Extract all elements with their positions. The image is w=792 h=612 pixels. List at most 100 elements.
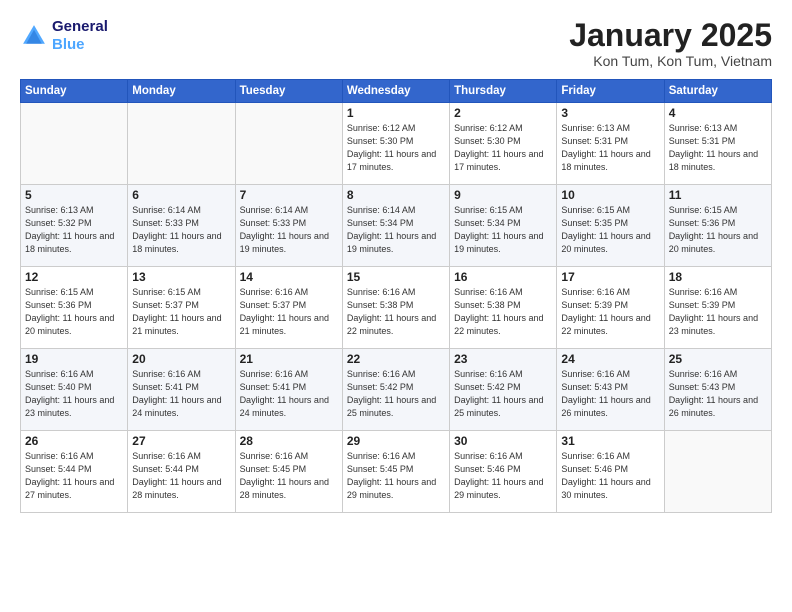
- day-number: 15: [347, 270, 445, 284]
- day-info: Sunrise: 6:16 AMSunset: 5:42 PMDaylight:…: [454, 368, 552, 420]
- day-number: 21: [240, 352, 338, 366]
- day-number: 4: [669, 106, 767, 120]
- day-info: Sunrise: 6:16 AMSunset: 5:37 PMDaylight:…: [240, 286, 338, 338]
- day-number: 3: [561, 106, 659, 120]
- day-info: Sunrise: 6:14 AMSunset: 5:33 PMDaylight:…: [132, 204, 230, 256]
- calendar-day-cell: 30Sunrise: 6:16 AMSunset: 5:46 PMDayligh…: [450, 431, 557, 513]
- calendar-day-cell: 6 Sunrise: 6:14 AMSunset: 5:33 PMDaylight…: [128, 185, 235, 267]
- day-number: 25: [669, 352, 767, 366]
- calendar-week-row: 5 Sunrise: 6:13 AMSunset: 5:32 PMDaylight…: [21, 185, 772, 267]
- day-info: Sunrise: 6:12 AMSunset: 5:30 PMDaylight:…: [347, 122, 445, 174]
- day-info: Sunrise: 6:16 AMSunset: 5:41 PMDaylight:…: [132, 368, 230, 420]
- day-number: 23: [454, 352, 552, 366]
- day-number: 6: [132, 188, 230, 202]
- calendar-day-cell: 13Sunrise: 6:15 AMSunset: 5:37 PMDayligh…: [128, 267, 235, 349]
- day-number: 2: [454, 106, 552, 120]
- calendar-day-cell: [664, 431, 771, 513]
- calendar-day-cell: 3 Sunrise: 6:13 AMSunset: 5:31 PMDaylight…: [557, 103, 664, 185]
- calendar-day-cell: 9 Sunrise: 6:15 AMSunset: 5:34 PMDaylight…: [450, 185, 557, 267]
- day-info: Sunrise: 6:16 AMSunset: 5:45 PMDaylight:…: [240, 450, 338, 502]
- day-number: 11: [669, 188, 767, 202]
- calendar-day-cell: 23 Sunrise: 6:16 AMSunset: 5:42 PMDayligh…: [450, 349, 557, 431]
- day-info: Sunrise: 6:16 AMSunset: 5:46 PMDaylight:…: [561, 450, 659, 502]
- day-info: Sunrise: 6:16 AMSunset: 5:39 PMDaylight:…: [669, 286, 767, 338]
- day-number: 10: [561, 188, 659, 202]
- calendar-week-row: 12Sunrise: 6:15 AMSunset: 5:36 PMDayligh…: [21, 267, 772, 349]
- day-of-week-header: Monday: [128, 80, 235, 103]
- day-info: Sunrise: 6:16 AMSunset: 5:45 PMDaylight:…: [347, 450, 445, 502]
- logo: General Blue: [20, 18, 108, 54]
- calendar-day-cell: 15Sunrise: 6:16 AMSunset: 5:38 PMDayligh…: [342, 267, 449, 349]
- day-info: Sunrise: 6:15 AMSunset: 5:36 PMDaylight:…: [669, 204, 767, 256]
- calendar-day-cell: 1 Sunrise: 6:12 AMSunset: 5:30 PMDaylight…: [342, 103, 449, 185]
- day-number: 31: [561, 434, 659, 448]
- calendar-day-cell: 19Sunrise: 6:16 AMSunset: 5:40 PMDayligh…: [21, 349, 128, 431]
- day-info: Sunrise: 6:15 AMSunset: 5:35 PMDaylight:…: [561, 204, 659, 256]
- calendar-day-cell: 27 Sunrise: 6:16 AMSunset: 5:44 PMDayligh…: [128, 431, 235, 513]
- day-info: Sunrise: 6:16 AMSunset: 5:43 PMDaylight:…: [669, 368, 767, 420]
- calendar-week-row: 19Sunrise: 6:16 AMSunset: 5:40 PMDayligh…: [21, 349, 772, 431]
- calendar-day-cell: 24 Sunrise: 6:16 AMSunset: 5:43 PMDayligh…: [557, 349, 664, 431]
- calendar-day-cell: 12Sunrise: 6:15 AMSunset: 5:36 PMDayligh…: [21, 267, 128, 349]
- day-number: 7: [240, 188, 338, 202]
- day-info: Sunrise: 6:16 AMSunset: 5:39 PMDaylight:…: [561, 286, 659, 338]
- calendar-week-row: 1 Sunrise: 6:12 AMSunset: 5:30 PMDaylight…: [21, 103, 772, 185]
- day-number: 20: [132, 352, 230, 366]
- day-of-week-header: Wednesday: [342, 80, 449, 103]
- day-number: 18: [669, 270, 767, 284]
- day-info: Sunrise: 6:12 AMSunset: 5:30 PMDaylight:…: [454, 122, 552, 174]
- day-number: 9: [454, 188, 552, 202]
- day-info: Sunrise: 6:16 AMSunset: 5:41 PMDaylight:…: [240, 368, 338, 420]
- day-info: Sunrise: 6:13 AMSunset: 5:31 PMDaylight:…: [561, 122, 659, 174]
- day-of-week-header: Sunday: [21, 80, 128, 103]
- calendar-day-cell: 21 Sunrise: 6:16 AMSunset: 5:41 PMDayligh…: [235, 349, 342, 431]
- page: General Blue January 2025 Kon Tum, Kon T…: [0, 0, 792, 612]
- day-number: 28: [240, 434, 338, 448]
- calendar-day-cell: 7 Sunrise: 6:14 AMSunset: 5:33 PMDaylight…: [235, 185, 342, 267]
- day-of-week-header: Saturday: [664, 80, 771, 103]
- day-info: Sunrise: 6:16 AMSunset: 5:44 PMDaylight:…: [132, 450, 230, 502]
- calendar-day-cell: 22Sunrise: 6:16 AMSunset: 5:42 PMDayligh…: [342, 349, 449, 431]
- day-info: Sunrise: 6:16 AMSunset: 5:43 PMDaylight:…: [561, 368, 659, 420]
- calendar-header-row: SundayMondayTuesdayWednesdayThursdayFrid…: [21, 80, 772, 103]
- day-info: Sunrise: 6:13 AMSunset: 5:31 PMDaylight:…: [669, 122, 767, 174]
- day-number: 1: [347, 106, 445, 120]
- calendar-day-cell: 17 Sunrise: 6:16 AMSunset: 5:39 PMDayligh…: [557, 267, 664, 349]
- calendar-day-cell: 18 Sunrise: 6:16 AMSunset: 5:39 PMDayligh…: [664, 267, 771, 349]
- day-of-week-header: Tuesday: [235, 80, 342, 103]
- calendar-day-cell: 31 Sunrise: 6:16 AMSunset: 5:46 PMDayligh…: [557, 431, 664, 513]
- day-number: 24: [561, 352, 659, 366]
- logo-icon: [20, 22, 48, 50]
- calendar-table: SundayMondayTuesdayWednesdayThursdayFrid…: [20, 79, 772, 513]
- day-number: 27: [132, 434, 230, 448]
- day-info: Sunrise: 6:16 AMSunset: 5:44 PMDaylight:…: [25, 450, 123, 502]
- calendar-day-cell: 10 Sunrise: 6:15 AMSunset: 5:35 PMDayligh…: [557, 185, 664, 267]
- day-number: 17: [561, 270, 659, 284]
- day-info: Sunrise: 6:15 AMSunset: 5:34 PMDaylight:…: [454, 204, 552, 256]
- day-number: 26: [25, 434, 123, 448]
- header: General Blue January 2025 Kon Tum, Kon T…: [20, 18, 772, 69]
- calendar-day-cell: 29 Sunrise: 6:16 AMSunset: 5:45 PMDayligh…: [342, 431, 449, 513]
- day-info: Sunrise: 6:14 AMSunset: 5:33 PMDaylight:…: [240, 204, 338, 256]
- day-info: Sunrise: 6:14 AMSunset: 5:34 PMDaylight:…: [347, 204, 445, 256]
- day-number: 13: [132, 270, 230, 284]
- day-of-week-header: Friday: [557, 80, 664, 103]
- day-number: 16: [454, 270, 552, 284]
- calendar-day-cell: 20 Sunrise: 6:16 AMSunset: 5:41 PMDayligh…: [128, 349, 235, 431]
- calendar-day-cell: [128, 103, 235, 185]
- calendar-day-cell: [21, 103, 128, 185]
- calendar-day-cell: 26 Sunrise: 6:16 AMSunset: 5:44 PMDayligh…: [21, 431, 128, 513]
- day-number: 8: [347, 188, 445, 202]
- calendar-week-row: 26 Sunrise: 6:16 AMSunset: 5:44 PMDayligh…: [21, 431, 772, 513]
- logo-text: General Blue: [52, 18, 108, 54]
- day-info: Sunrise: 6:16 AMSunset: 5:42 PMDaylight:…: [347, 368, 445, 420]
- day-info: Sunrise: 6:16 AMSunset: 5:40 PMDaylight:…: [25, 368, 123, 420]
- calendar-day-cell: 8 Sunrise: 6:14 AMSunset: 5:34 PMDaylight…: [342, 185, 449, 267]
- day-info: Sunrise: 6:13 AMSunset: 5:32 PMDaylight:…: [25, 204, 123, 256]
- day-number: 29: [347, 434, 445, 448]
- calendar-day-cell: 11 Sunrise: 6:15 AMSunset: 5:36 PMDayligh…: [664, 185, 771, 267]
- location: Kon Tum, Kon Tum, Vietnam: [569, 53, 772, 69]
- calendar-day-cell: 14Sunrise: 6:16 AMSunset: 5:37 PMDayligh…: [235, 267, 342, 349]
- day-number: 5: [25, 188, 123, 202]
- calendar-day-cell: 16Sunrise: 6:16 AMSunset: 5:38 PMDayligh…: [450, 267, 557, 349]
